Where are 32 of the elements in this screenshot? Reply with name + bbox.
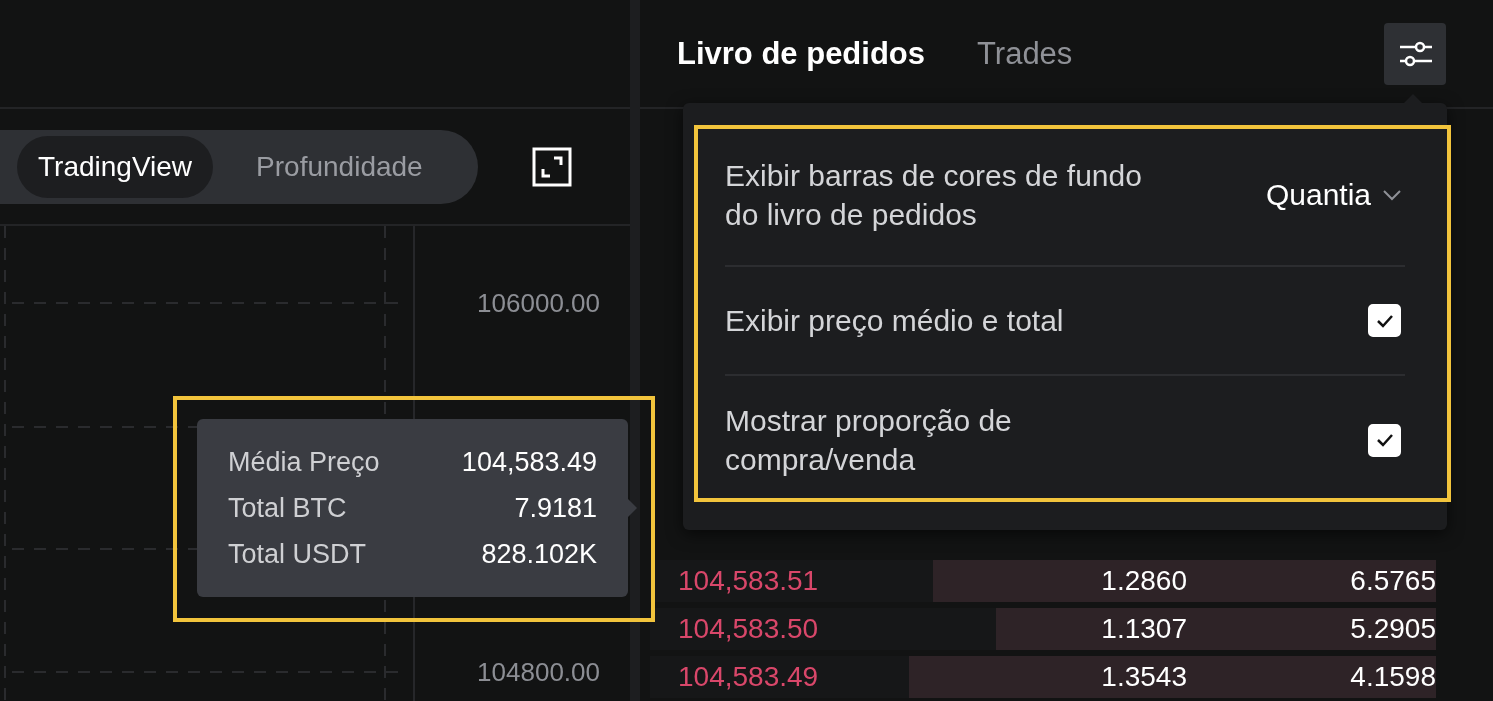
ask-price: 104,583.51: [677, 565, 820, 597]
ask-total: 5.2905: [1349, 613, 1436, 645]
ask-price: 104,583.50: [677, 613, 820, 645]
chevron-down-icon: [1381, 188, 1403, 202]
ask-total: 6.5765: [1349, 565, 1436, 597]
setting-label: Mostrar proporção de compra/venda: [725, 403, 1013, 478]
view-tab[interactable]: TradingView: [17, 135, 214, 198]
tooltip-label: Média Preço: [228, 446, 381, 478]
ask-amount: 1.1307: [1100, 613, 1187, 645]
checkbox[interactable]: [1368, 423, 1401, 457]
check-icon: [1375, 433, 1394, 447]
settings-button[interactable]: [1384, 22, 1446, 85]
tooltip-value: 7.9181: [513, 492, 597, 524]
ask-amount: 1.2860: [1100, 565, 1187, 597]
setting-label: Exibir barras de cores de fundo do livro de pedidos: [725, 158, 1143, 233]
checkbox[interactable]: [1368, 304, 1401, 337]
check-icon: [1375, 313, 1394, 328]
panel-tab[interactable]: Trades: [977, 35, 1073, 72]
expand-icon[interactable]: [532, 146, 572, 187]
setting-label: Exibir preço médio e total: [725, 303, 1065, 339]
tooltip-label: Total BTC: [228, 492, 348, 524]
tooltip-value: 104,583.49: [460, 446, 597, 478]
tooltip-label: Total USDT: [228, 538, 368, 570]
setting-dropdown[interactable]: Quantia: [1265, 178, 1405, 212]
ask-total: 4.1598: [1349, 661, 1436, 693]
price-label: 106000.00: [477, 287, 600, 319]
panel-tab[interactable]: Livro de pedidos: [677, 35, 926, 72]
view-tab[interactable]: Profundidade: [235, 135, 444, 198]
tooltip-value: 828.102K: [480, 538, 597, 570]
ask-price: 104,583.49: [677, 661, 820, 693]
price-label: 104800.00: [477, 656, 600, 688]
ask-amount: 1.3543: [1100, 661, 1187, 693]
